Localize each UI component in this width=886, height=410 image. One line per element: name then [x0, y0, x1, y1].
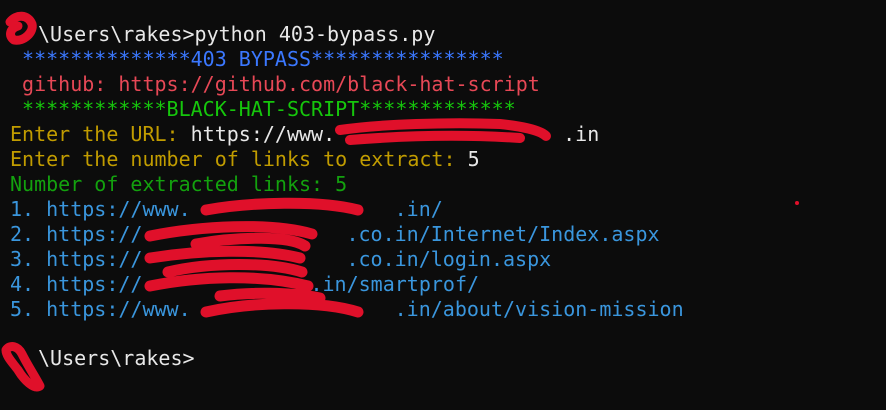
link-item-1: 1. https://www. .in/: [10, 197, 443, 222]
url-input-line: Enter the URL: https://www. .in: [10, 122, 599, 147]
url-prompt-label: Enter the URL:: [10, 122, 191, 146]
final-prompt-line: \Users\rakes>: [10, 346, 195, 371]
link-suffix: .co.in/login.aspx: [346, 247, 552, 271]
extracted-count-line: Number of extracted links: 5: [10, 172, 348, 196]
banner-title: **************403 BYPASS****************: [10, 47, 504, 71]
link-item-2: 2. https:// .co.in/Internet/Index.aspx: [10, 222, 660, 247]
prompt-line: \Users\rakes>python 403-bypass.py: [10, 22, 435, 47]
github-line: github: https://github.com/black-hat-scr…: [10, 72, 540, 96]
stray-red-dot: [795, 201, 799, 205]
banner-signature: ************BLACK-HAT-SCRIPT************…: [10, 97, 516, 121]
link-prefix: https://: [46, 222, 143, 246]
url-value-start: https://www.: [190, 122, 336, 146]
link-suffix: .in/about/vision-mission: [394, 297, 684, 321]
link-number: 4.: [10, 272, 47, 296]
links-count-prompt: Enter the number of links to extract:: [10, 147, 468, 171]
link-item-3: 3. https:// .co.in/login.aspx: [10, 247, 551, 272]
final-prompt-path: \Users\rakes>: [38, 346, 195, 370]
link-number: 1.: [10, 197, 47, 221]
command-text: python 403-bypass.py: [194, 22, 436, 46]
link-number: 2.: [10, 222, 47, 246]
link-prefix: https://www.: [46, 297, 191, 321]
url-value-end: .in: [563, 122, 600, 146]
link-number: 3.: [10, 247, 47, 271]
links-count-value: 5: [467, 147, 480, 171]
link-item-4: 4. https:// .in/smartprof/: [10, 272, 479, 297]
link-prefix: https://: [46, 247, 143, 271]
link-prefix: https://: [46, 272, 143, 296]
links-count-input-line: Enter the number of links to extract: 5: [10, 147, 480, 172]
link-suffix: .in/smartprof/: [310, 272, 480, 296]
prompt-path: \Users\rakes>: [38, 22, 195, 46]
link-item-5: 5. https://www. .in/about/vision-mission: [10, 297, 684, 322]
link-suffix: .in/: [394, 197, 443, 221]
link-suffix: .co.in/Internet/Index.aspx: [346, 222, 660, 246]
link-number: 5.: [10, 297, 47, 321]
terminal-window[interactable]: \Users\rakes>python 403-bypass.py ******…: [0, 0, 886, 410]
link-prefix: https://www.: [46, 197, 191, 221]
